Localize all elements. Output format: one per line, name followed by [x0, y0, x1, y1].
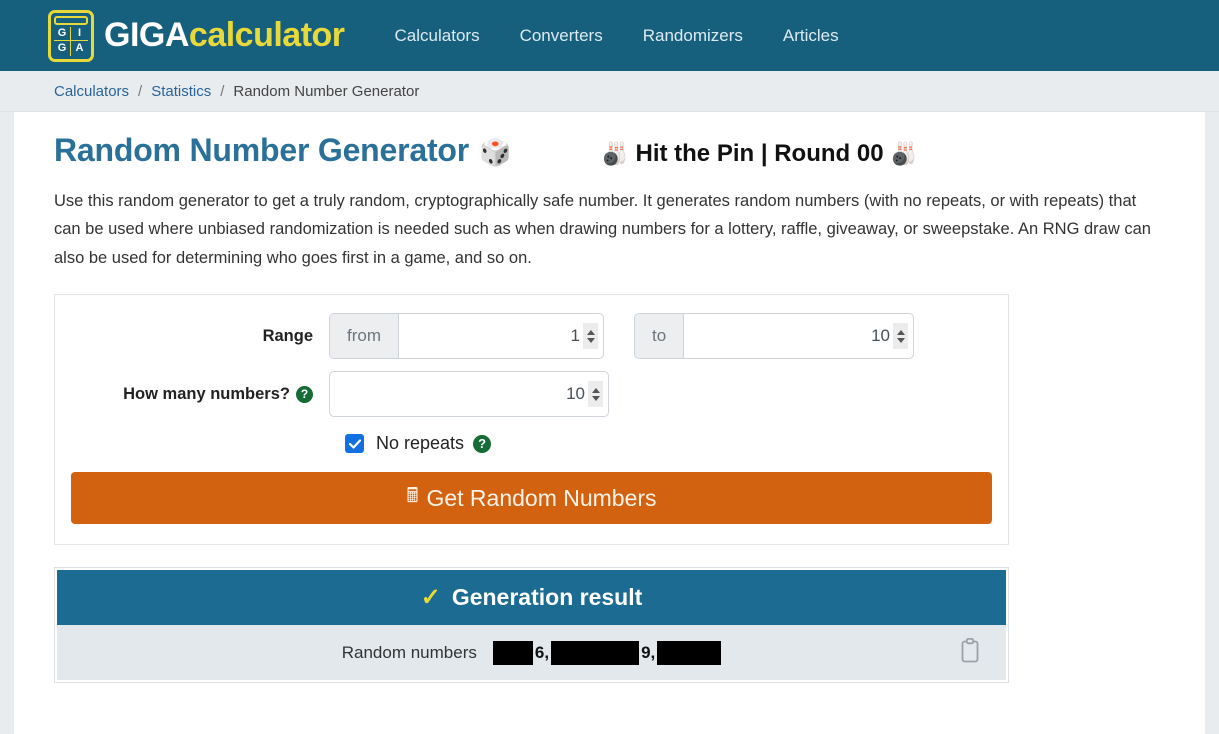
hit-the-pin-text: Hit the Pin | Round 00 [635, 140, 884, 167]
range-from-group[interactable]: from 1 [329, 313, 604, 360]
logo-letter-g1: G [54, 26, 71, 41]
get-random-numbers-label: Get Random Numbers [426, 484, 657, 511]
generation-result-panel: ✓ Generation result Random numbers 6, 9, [54, 567, 1009, 684]
site-header: G I G A GIGAcalculator Calculators Conve… [0, 0, 1219, 71]
no-repeats-row: No repeats ? [345, 433, 992, 454]
redacted-value-3 [657, 640, 722, 665]
generation-result-title: Generation result [451, 584, 643, 611]
logo-letter-i: I [71, 27, 88, 41]
count-input[interactable]: 10 [330, 372, 608, 416]
calculator-keys: G I G A [54, 26, 88, 56]
count-row: How many numbers?? 10 [71, 371, 992, 418]
count-group[interactable]: 10 [329, 371, 609, 418]
range-to-group[interactable]: to 10 [634, 313, 914, 360]
calculator-button-icon: 🖩 [406, 485, 419, 508]
nav-item-calculators[interactable]: Calculators [395, 26, 480, 46]
no-repeats-checkbox[interactable] [345, 434, 364, 454]
breadcrumb-separator-1: / [138, 82, 143, 100]
nav-item-converters[interactable]: Converters [520, 26, 603, 46]
dice-icon: 🎲 [479, 137, 512, 167]
range-from-prefix: from [330, 314, 399, 359]
page-title-row: Random Number Generator 🎲 🎳 Hit the Pin … [54, 112, 1165, 169]
nav-item-randomizers[interactable]: Randomizers [643, 26, 743, 46]
generation-result-body: Random numbers 6, 9, [57, 625, 1006, 681]
logo-letter-g2: G [54, 41, 71, 56]
count-label-text: How many numbers? [123, 384, 290, 403]
hit-the-pin-banner: 🎳 Hit the Pin | Round 00 🎳 [601, 140, 917, 168]
breadcrumb: Calculators / Statistics / Random Number… [0, 71, 1219, 112]
brand-giga: GIGA [104, 16, 189, 54]
visible-value-1: 6, [534, 642, 550, 662]
count-value: 10 [566, 384, 585, 404]
generation-result-header: ✓ Generation result [57, 570, 1006, 626]
range-to-input[interactable]: 10 [684, 314, 913, 358]
count-label: How many numbers?? [71, 385, 329, 404]
breadcrumb-item-statistics[interactable]: Statistics [151, 83, 211, 100]
redacted-value-2 [551, 640, 640, 665]
main-nav: Calculators Converters Randomizers Artic… [395, 26, 839, 46]
calculator-screen [54, 15, 88, 25]
copy-to-clipboard-button[interactable] [960, 637, 980, 668]
bowling-icon-right: 🎳 [890, 141, 918, 166]
get-random-numbers-button[interactable]: 🖩 Get Random Numbers [71, 472, 992, 525]
range-from-input[interactable]: 1 [399, 314, 603, 358]
no-repeats-label: No repeats [376, 433, 465, 454]
range-to-prefix: to [635, 314, 685, 359]
clipboard-icon [961, 637, 979, 663]
nav-item-articles[interactable]: Articles [783, 26, 839, 46]
logo-letter-a: A [75, 41, 84, 54]
visible-value-2: 9, [641, 642, 656, 662]
breadcrumb-separator-2: / [220, 82, 225, 100]
brand-calculator: calculator [188, 16, 345, 54]
count-stepper[interactable] [588, 381, 603, 408]
random-numbers-values: 6, 9, [492, 640, 722, 665]
site-logo[interactable]: G I G A GIGAcalculator [48, 9, 345, 62]
page-content: Random Number Generator 🎲 🎳 Hit the Pin … [14, 112, 1205, 734]
generator-form: Range from 1 to 10 How many numbers?? 10… [54, 294, 1009, 546]
random-numbers-label: Random numbers [341, 642, 477, 662]
result-content: Random numbers 6, 9, [75, 640, 988, 665]
count-help-icon[interactable]: ? [296, 385, 313, 403]
calculator-logo-icon: G I G A [48, 9, 94, 62]
success-check-icon: ✓ [420, 584, 441, 612]
breadcrumb-item-current: Random Number Generator [233, 82, 420, 100]
range-label: Range [262, 326, 313, 345]
no-repeats-help-icon[interactable]: ? [473, 434, 492, 453]
redacted-value-1 [492, 640, 533, 665]
brand-text: GIGAcalculator [104, 16, 345, 55]
checkmark-icon [348, 439, 361, 449]
range-to-value: 10 [871, 326, 890, 346]
page-description: Use this random generator to get a truly… [54, 192, 1151, 267]
range-from-stepper[interactable] [583, 323, 598, 350]
range-row: Range from 1 to 10 [71, 313, 992, 360]
range-from-value: 1 [570, 326, 580, 346]
page-title: Random Number Generator [54, 132, 470, 168]
range-to-stepper[interactable] [893, 323, 908, 350]
breadcrumb-item-calculators[interactable]: Calculators [54, 83, 129, 100]
bowling-icon-left: 🎳 [601, 141, 629, 166]
